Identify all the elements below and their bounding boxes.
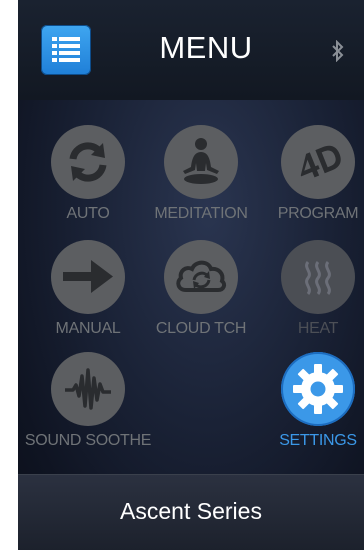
gear-icon bbox=[293, 364, 343, 414]
footer-bar: Ascent Series bbox=[18, 474, 364, 550]
4d-icon bbox=[300, 145, 341, 178]
header-bar: MENU bbox=[18, 0, 364, 100]
right-arrow-icon bbox=[63, 260, 113, 293]
refresh-arrows-icon bbox=[69, 142, 107, 182]
cloud-tch-button[interactable] bbox=[164, 240, 238, 314]
sound-wave-icon bbox=[65, 368, 111, 410]
tile-label: SOUND SOOTHE bbox=[24, 432, 152, 449]
bluetooth-icon[interactable] bbox=[331, 40, 345, 62]
app-screen: MENU AUTO MEDITATION PROGRAM MANUAL CLOU… bbox=[18, 0, 364, 550]
series-title: Ascent Series bbox=[120, 498, 262, 524]
meditation-button[interactable] bbox=[164, 125, 238, 199]
list-menu-icon bbox=[52, 37, 80, 62]
menu-button[interactable] bbox=[41, 25, 91, 75]
manual-button[interactable] bbox=[51, 240, 125, 314]
heat-waves-icon bbox=[305, 261, 331, 295]
sound-soothe-button[interactable] bbox=[51, 352, 125, 426]
settings-button[interactable] bbox=[281, 352, 355, 426]
page-title: MENU bbox=[159, 30, 253, 65]
auto-button[interactable] bbox=[51, 125, 125, 199]
meditation-figure-icon bbox=[183, 138, 219, 184]
heat-button[interactable] bbox=[281, 240, 355, 314]
cloud-sync-icon bbox=[176, 260, 227, 292]
tile-label: PROGRAM bbox=[277, 205, 359, 222]
tile-label: HEAT bbox=[297, 320, 339, 337]
program-button[interactable] bbox=[281, 125, 355, 199]
tile-label: SETTINGS bbox=[279, 432, 357, 449]
